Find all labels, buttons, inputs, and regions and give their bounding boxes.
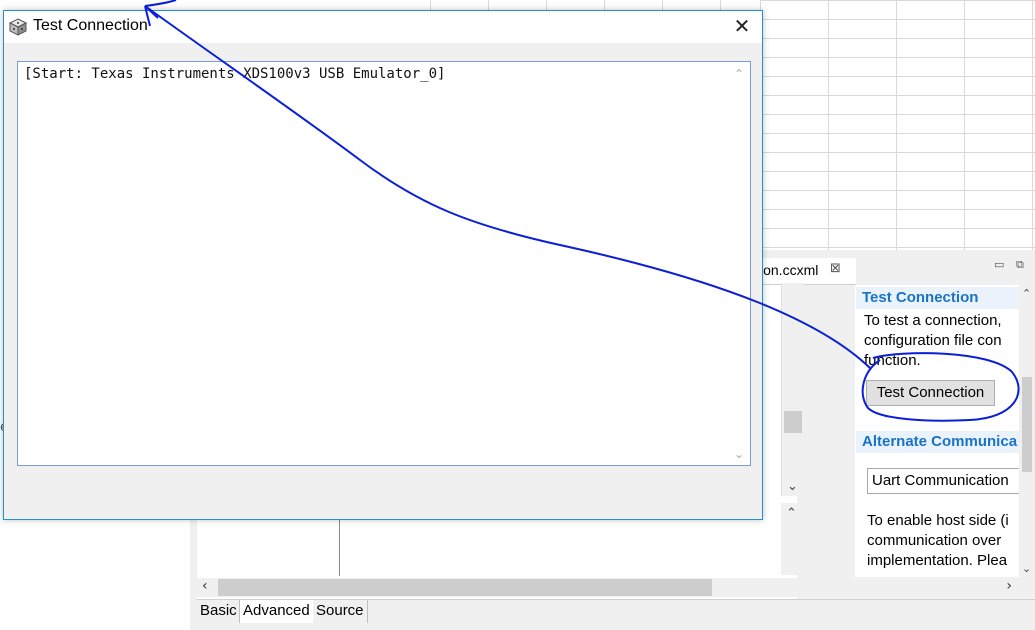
alternate-desc-2: communication over	[867, 532, 1002, 549]
editor-tab-label: ion.ccxml	[760, 262, 819, 278]
alternate-communication-section-header[interactable]: Alternate Communica	[856, 431, 1035, 453]
chevron-left-icon[interactable]: ‹	[202, 578, 208, 594]
console-line: [Start: Texas Instruments XDS100v3 USB E…	[24, 66, 446, 82]
chevron-down-icon[interactable]: ⌄	[787, 479, 798, 494]
minimize-icon[interactable]: ▭	[994, 258, 1004, 271]
chevron-right-icon[interactable]: ›	[1006, 578, 1012, 594]
scrollbar-thumb[interactable]	[218, 579, 712, 596]
spreadsheet-grid-top	[430, 0, 760, 10]
cube-icon	[8, 18, 28, 36]
chevron-up-icon[interactable]: ⌃	[786, 506, 797, 521]
alternate-desc-3: implementation. Plea	[867, 552, 1008, 569]
chevron-down-icon[interactable]: ⌄	[734, 447, 744, 461]
maximize-icon[interactable]: ⧉	[1016, 258, 1024, 272]
tab-source[interactable]: Source	[313, 600, 368, 623]
test-connection-desc-3: function.	[864, 352, 921, 369]
editor-vertical-scrollbar[interactable]: ⌄	[781, 283, 804, 496]
dialog-titlebar[interactable]: Test Connection ✕	[4, 11, 762, 43]
dialog-title: Test Connection	[33, 17, 148, 34]
spreadsheet-grid	[760, 0, 1035, 250]
close-button[interactable]: ✕	[722, 11, 762, 41]
chevron-up-icon[interactable]: ⌃	[1022, 287, 1031, 300]
tab-advanced[interactable]: Advanced	[239, 600, 314, 623]
properties-scrollbar[interactable]: ⌃ ⌄	[1019, 285, 1035, 577]
console-output[interactable]: [Start: Texas Instruments XDS100v3 USB E…	[17, 61, 751, 466]
alternate-desc-1: To enable host side (i	[867, 512, 1009, 529]
test-connection-section-header[interactable]: Test Connection	[856, 287, 1035, 309]
test-connection-heading: Test Connection	[862, 289, 979, 306]
horizontal-scrollbar[interactable]: ‹ ›	[197, 578, 1020, 597]
properties-pane: Test Connection To test a connection, co…	[855, 285, 1035, 577]
test-connection-desc-2: configuration file con	[864, 332, 1002, 349]
alternate-communication-heading: Alternate Communica	[862, 433, 1018, 450]
editor-tab[interactable]: ion.ccxml ⊠	[760, 258, 856, 285]
editor-lower-scrollbar[interactable]: ⌃	[781, 503, 803, 575]
panel-divider	[339, 520, 340, 576]
test-connection-desc-1: To test a connection,	[864, 312, 1002, 329]
test-connection-button[interactable]: Test Connection	[866, 380, 995, 406]
alternate-desc-4: ...	[867, 571, 880, 577]
tab-close-icon[interactable]: ⊠	[830, 261, 841, 276]
chevron-down-icon[interactable]: ⌄	[1022, 562, 1031, 575]
scrollbar-thumb[interactable]	[1022, 377, 1032, 472]
bottom-tab-bar: Basic Advanced Source	[197, 599, 1035, 625]
scrollbar-thumb[interactable]	[784, 411, 802, 433]
test-connection-dialog: Test Connection ✕ [Start: Texas Instrume…	[3, 10, 763, 520]
tab-basic[interactable]: Basic	[197, 600, 241, 623]
chevron-up-icon[interactable]: ⌃	[734, 67, 744, 81]
uart-communication-field[interactable]: Uart Communication	[867, 468, 1035, 494]
